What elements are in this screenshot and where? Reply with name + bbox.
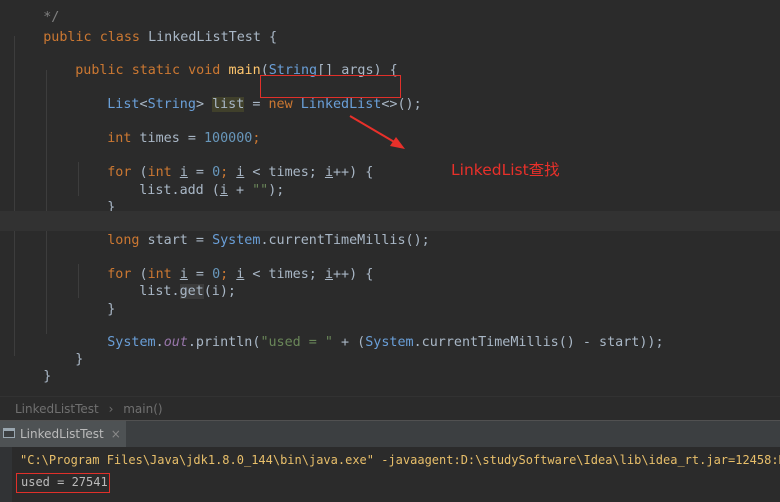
run-tab-linkedlisttest[interactable]: LinkedListTest × <box>0 421 126 447</box>
console-command-line: "C:\Program Files\Java\jdk1.8.0_144\bin\… <box>20 453 780 467</box>
breadcrumb-separator: › <box>108 402 114 416</box>
console-output-line: used = 27541 <box>21 475 108 489</box>
breadcrumb: LinkedListTest › main() <box>0 396 780 421</box>
run-tab-label: LinkedListTest <box>20 427 104 441</box>
breadcrumb-item-method[interactable]: main() <box>123 402 162 416</box>
run-tool-window-header: LinkedListTest × <box>0 420 780 448</box>
annotation-label: LinkedList查找 <box>451 161 560 179</box>
close-icon[interactable]: × <box>111 427 121 441</box>
console-gutter <box>0 447 12 502</box>
run-config-icon <box>3 427 15 442</box>
console-output[interactable]: "C:\Program Files\Java\jdk1.8.0_144\bin\… <box>0 447 780 502</box>
code-editor[interactable]: */ public class LinkedListTest { public … <box>0 0 780 396</box>
annotation-arrow <box>349 115 405 149</box>
breadcrumb-item-class[interactable]: LinkedListTest <box>0 402 99 416</box>
